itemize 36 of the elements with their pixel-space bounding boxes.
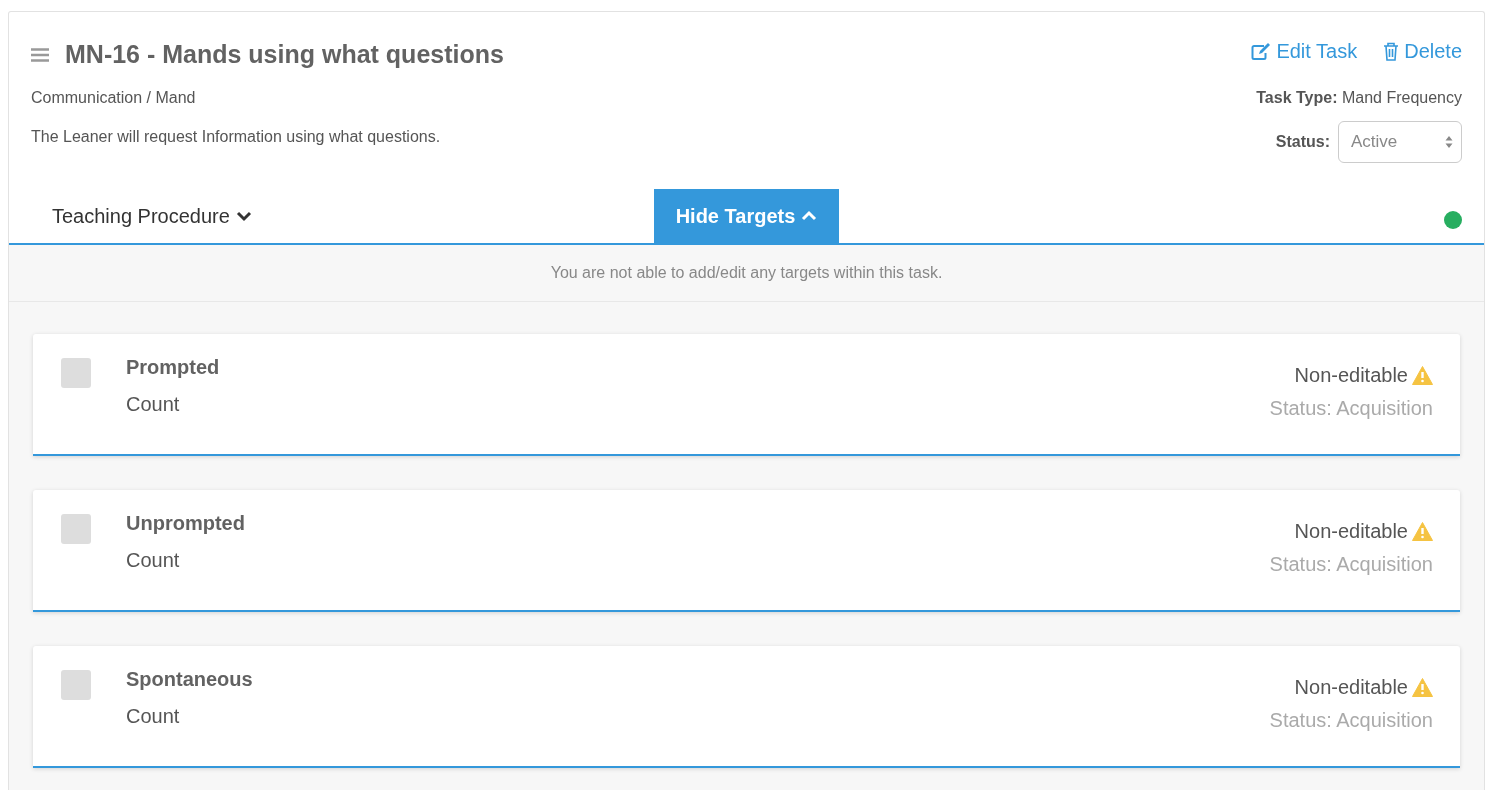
target-checkbox[interactable]: [61, 358, 91, 388]
target-name: Unprompted: [126, 512, 246, 535]
trash-icon: [1383, 42, 1400, 61]
status-select[interactable]: Active: [1338, 121, 1462, 163]
menu-icon[interactable]: [31, 47, 49, 62]
task-type: Task Type: Mand Frequency: [1256, 89, 1462, 107]
notice-text: You are not able to add/edit any targets within this task.: [9, 245, 1484, 302]
up-down-arrows-icon: [1445, 135, 1453, 149]
target-measure: Count: [126, 393, 181, 416]
target-status: Status: Acquisition: [1269, 709, 1433, 732]
edit-icon: [1251, 42, 1272, 61]
status-label: Status:: [1275, 133, 1330, 151]
target-measure: Count: [126, 705, 181, 728]
tab[interactable]: Teaching Procedure: [30, 189, 274, 243]
warning-icon: [1412, 522, 1433, 541]
target-status: Status: Acquisition: [1269, 397, 1433, 420]
task-title: MN-16 - Mands using what questions: [65, 40, 504, 69]
chevron-icon: [801, 210, 818, 222]
chevron-icon: [235, 210, 252, 222]
warning-icon: [1412, 366, 1433, 385]
editability-label: Non-editable: [1294, 364, 1408, 387]
target-status: Status: Acquisition: [1269, 553, 1433, 576]
target-name: Prompted: [126, 356, 221, 379]
target-name: Spontaneous: [126, 668, 254, 691]
editability-label: Non-editable: [1294, 520, 1408, 543]
delete-task-link[interactable]: Delete: [1383, 40, 1462, 63]
task-description: The Leaner will request Information using what questions.: [31, 128, 442, 146]
target-measure: Count: [126, 549, 181, 572]
task-category: Communication / Mand: [31, 89, 197, 107]
target-checkbox[interactable]: [61, 514, 91, 544]
edit-task-link[interactable]: Edit Task: [1251, 40, 1358, 63]
target-checkbox[interactable]: [61, 670, 91, 700]
warning-icon: [1412, 678, 1433, 697]
status-dot-icon: [1444, 211, 1462, 229]
tab[interactable]: Hide Targets: [653, 189, 840, 243]
editability-label: Non-editable: [1294, 676, 1408, 699]
